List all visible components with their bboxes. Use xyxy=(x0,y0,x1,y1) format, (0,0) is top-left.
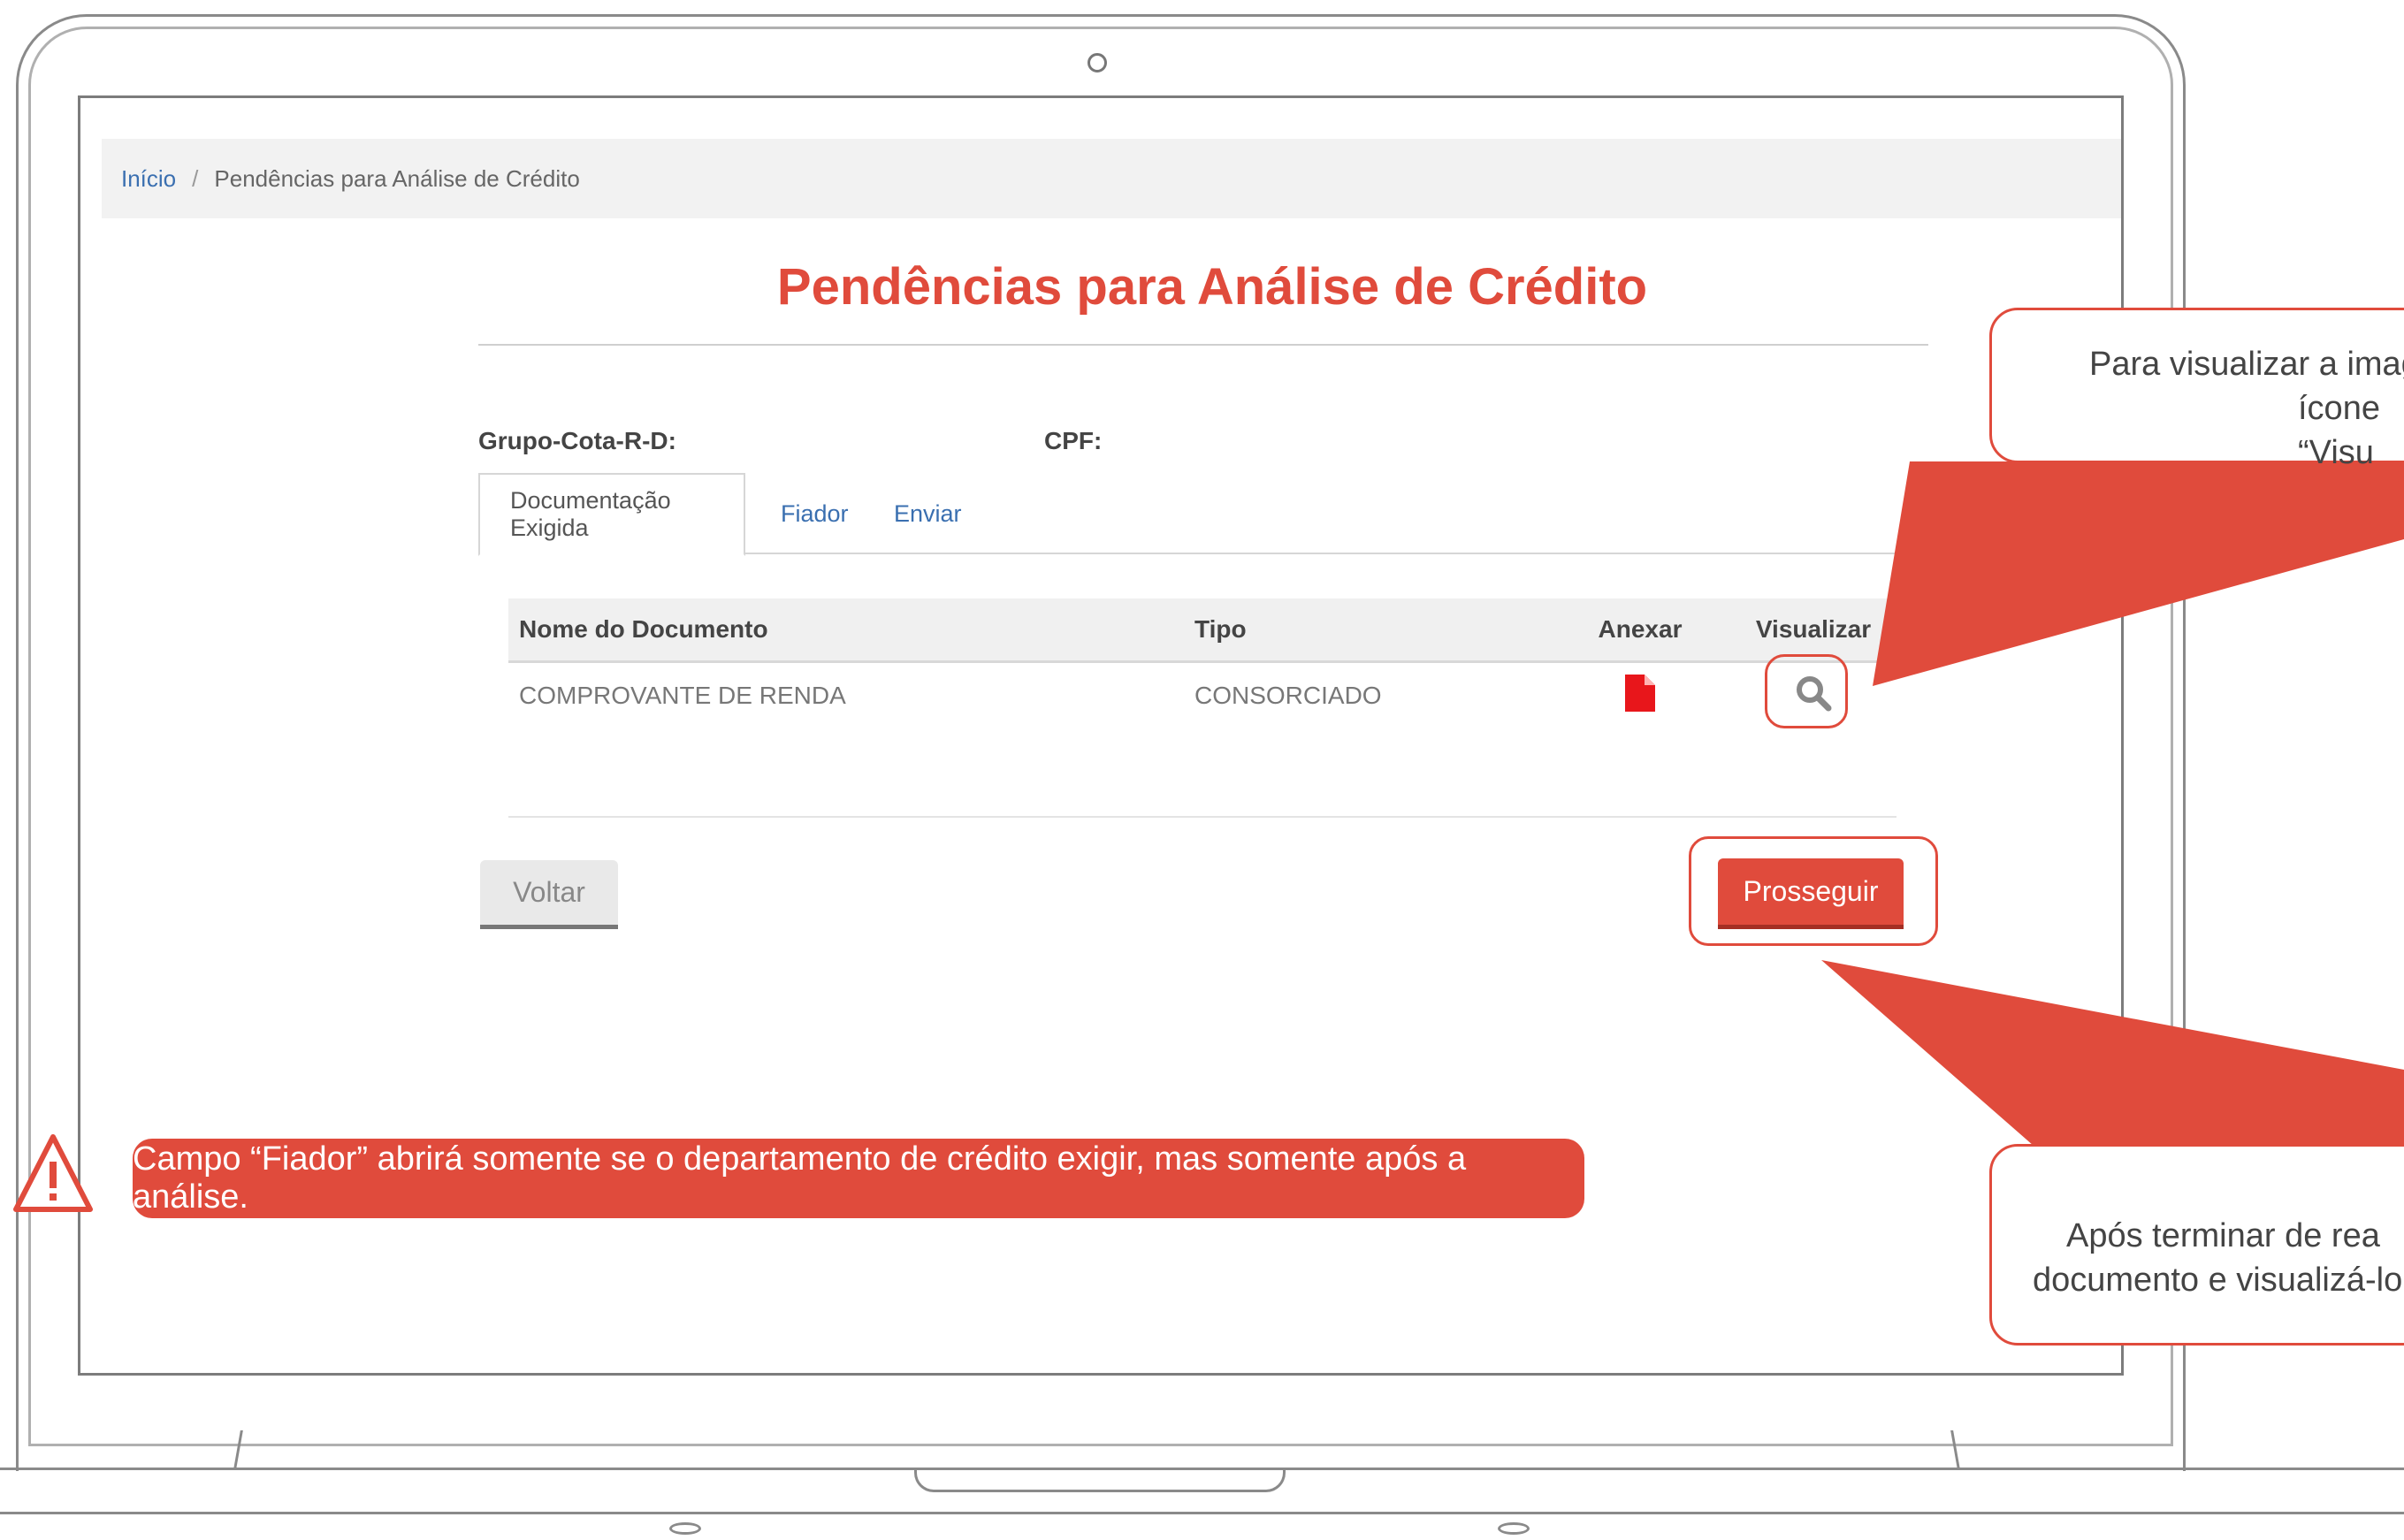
header-document-name: Nome do Documento xyxy=(508,598,1184,663)
pdf-file-icon[interactable] xyxy=(1625,674,1655,718)
page-title: Pendências para Análise de Crédito xyxy=(776,258,1648,316)
tab-documentacao-exigida[interactable]: Documentação Exigida xyxy=(478,473,745,556)
view-icon-highlight xyxy=(1765,654,1848,728)
header-type: Tipo xyxy=(1184,598,1550,663)
top-callout: Para visualizar a image ícone “Visu xyxy=(1989,308,2404,471)
table-row: COMPROVANTE DE RENDA CONSORCIADO xyxy=(508,662,1896,729)
bottom-callout: Após terminar de rea documento e visuali… xyxy=(1989,1144,2404,1346)
fiador-note: Campo “Fiador” abrirá somente se o depar… xyxy=(133,1139,1584,1218)
group-quota-label: Grupo-Cota-R-D: xyxy=(478,427,676,454)
top-callout-line-2: ícone “Visu xyxy=(2298,390,2380,471)
tab-fiador[interactable]: Fiador xyxy=(745,473,866,554)
laptop-foot-left xyxy=(669,1522,701,1535)
breadcrumb-current: Pendências para Análise de Crédito xyxy=(214,164,580,192)
document-type: CONSORCIADO xyxy=(1194,682,1382,709)
breadcrumb-home-link[interactable]: Início xyxy=(121,165,176,193)
document-name: COMPROVANTE DE RENDA xyxy=(519,682,846,709)
documents-table: Nome do Documento Tipo Anexar Visualizar… xyxy=(508,598,1896,728)
header-attach: Anexar xyxy=(1550,598,1730,663)
back-button[interactable]: Voltar xyxy=(480,860,618,929)
laptop-base-bottom xyxy=(0,1512,2404,1514)
bottom-callout-line-2: documento e visualizá-lo, xyxy=(2033,1262,2404,1299)
table-header-row: Nome do Documento Tipo Anexar Visualizar xyxy=(508,598,1896,663)
attach-cell xyxy=(1550,662,1730,729)
tab-enviar[interactable]: Enviar xyxy=(867,473,980,554)
header-view: Visualizar xyxy=(1730,598,1896,663)
laptop-notch xyxy=(914,1468,1286,1492)
bottom-callout-line-1: Após terminar de rea xyxy=(2066,1217,2380,1254)
table-divider xyxy=(508,816,1896,818)
breadcrumb-separator: / xyxy=(192,164,199,192)
tab-bar: Documentação Exigida Fiador Enviar xyxy=(478,473,1964,556)
camera-icon xyxy=(1088,53,1107,72)
cpf-label: CPF: xyxy=(1044,427,1103,454)
proceed-button-highlight xyxy=(1689,836,1938,946)
laptop-foot-right xyxy=(1498,1522,1530,1535)
top-callout-line-1: Para visualizar a image xyxy=(2089,346,2404,383)
breadcrumb: Início / Pendências para Análise de Créd… xyxy=(102,139,2121,218)
title-divider xyxy=(478,344,1928,346)
warning-icon xyxy=(12,1132,94,1216)
